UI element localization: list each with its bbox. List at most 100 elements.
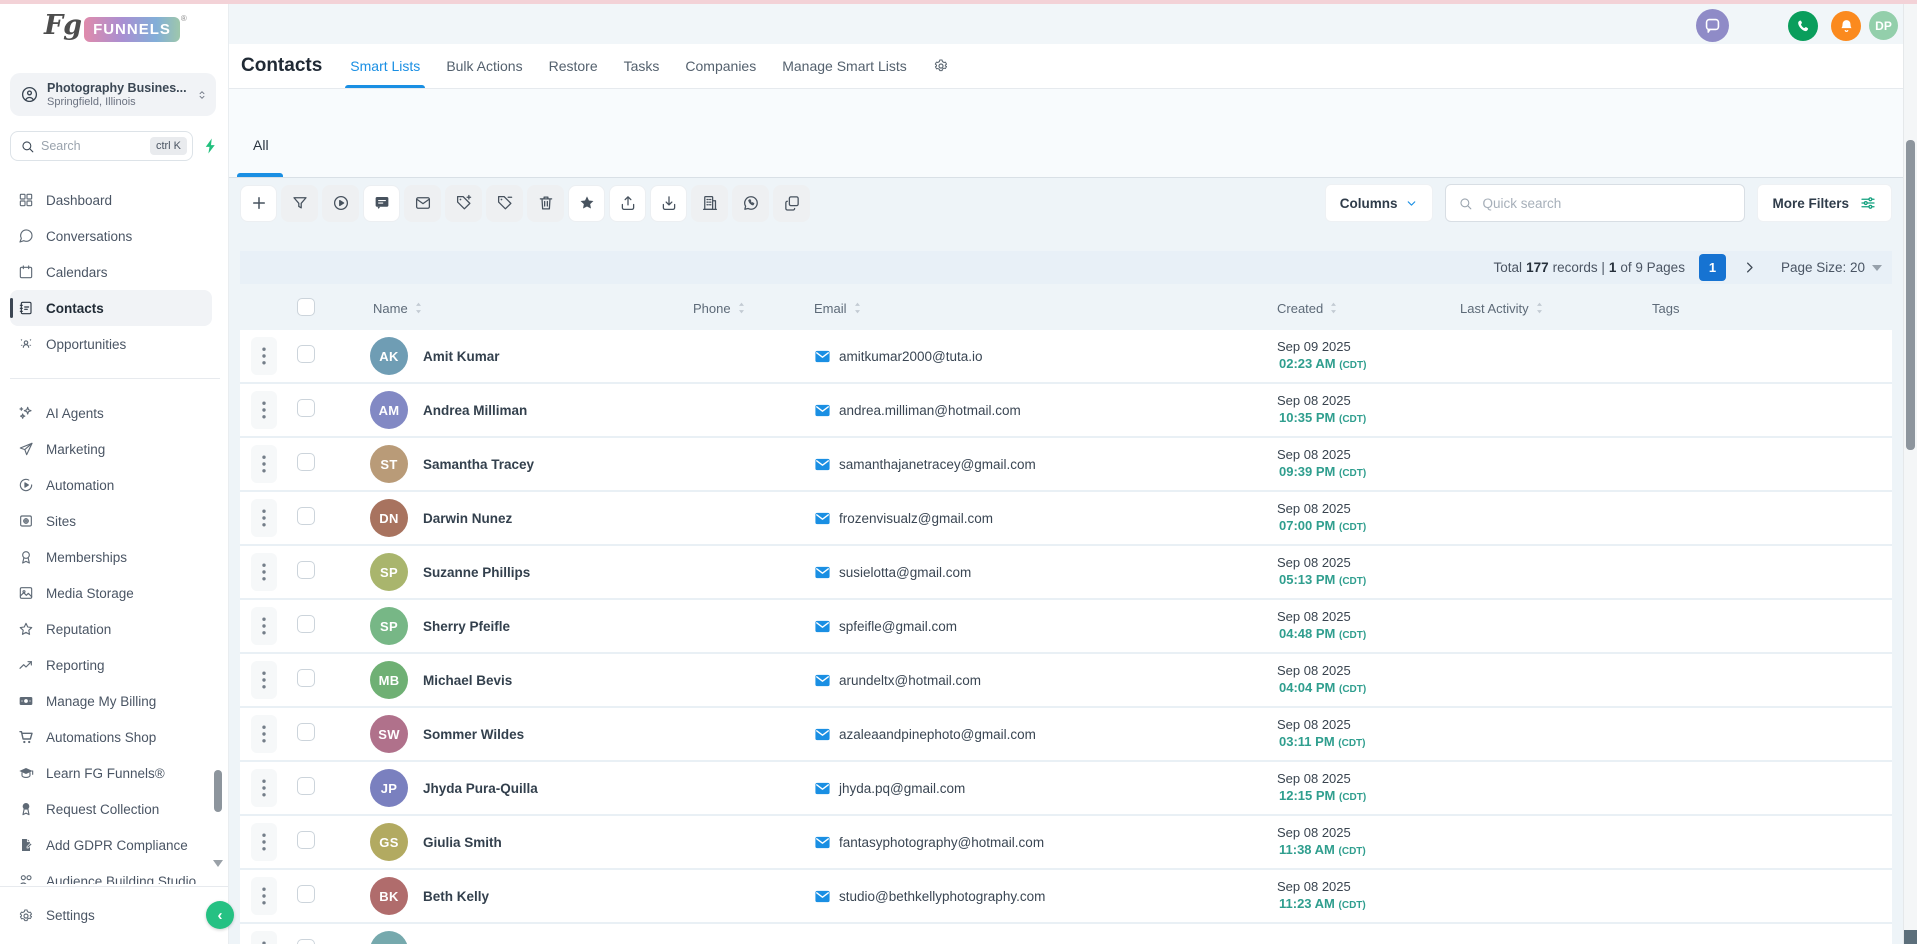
- contact-email[interactable]: amitkumar2000@tuta.io: [839, 349, 983, 364]
- sidebar-item-reporting[interactable]: Reporting: [10, 647, 212, 683]
- contact-email[interactable]: samanthajanetracey@gmail.com: [839, 457, 1036, 472]
- user-avatar[interactable]: DP: [1869, 11, 1898, 40]
- tag-add-button[interactable]: [445, 185, 482, 222]
- column-header-email[interactable]: Email: [805, 301, 1270, 316]
- contact-name[interactable]: Jhyda Pura-Quilla: [423, 781, 538, 796]
- column-header-tags[interactable]: Tags: [1645, 301, 1892, 316]
- contact-email[interactable]: frozenvisualz@gmail.com: [839, 511, 993, 526]
- duplicate-button[interactable]: [773, 185, 810, 222]
- row-menu-button[interactable]: [251, 445, 277, 483]
- sort-icon[interactable]: [851, 301, 864, 315]
- row-menu-button[interactable]: [251, 715, 277, 753]
- contact-name[interactable]: Amit Kumar: [423, 349, 500, 364]
- table-row[interactable]: DNDarwin Nunezfrozenvisualz@gmail.comSep…: [240, 492, 1892, 546]
- company-button[interactable]: [691, 185, 728, 222]
- whatsapp-button[interactable]: [732, 185, 769, 222]
- row-menu-button[interactable]: [251, 337, 277, 375]
- sidebar-item-sites[interactable]: Sites: [10, 503, 212, 539]
- contact-name[interactable]: Andrea Milliman: [423, 403, 527, 418]
- page-1-button[interactable]: 1: [1699, 254, 1726, 281]
- sidebar-item-memberships[interactable]: Memberships: [10, 539, 212, 575]
- table-row[interactable]: JPJhyda Pura-Quillajhyda.pq@gmail.comSep…: [240, 762, 1892, 816]
- row-checkbox[interactable]: [297, 507, 315, 525]
- sidebar-item-settings[interactable]: Settings: [0, 887, 228, 944]
- table-row[interactable]: Sep 08 2025: [240, 924, 1892, 944]
- row-checkbox[interactable]: [297, 345, 315, 363]
- account-switcher[interactable]: Photography Busines... Springfield, Illi…: [10, 73, 216, 116]
- play-circle-button[interactable]: [322, 185, 359, 222]
- table-row[interactable]: AMAndrea Millimanandrea.milliman@hotmail…: [240, 384, 1892, 438]
- contact-name[interactable]: Michael Bevis: [423, 673, 512, 688]
- contact-email[interactable]: jhyda.pq@gmail.com: [839, 781, 965, 796]
- sidebar-scrollbar-thumb[interactable]: [214, 770, 222, 812]
- quick-actions-zap-icon[interactable]: [202, 137, 220, 155]
- row-menu-button[interactable]: [251, 607, 277, 645]
- import-down-button[interactable]: [650, 185, 687, 222]
- star-button[interactable]: [568, 185, 605, 222]
- tab-all[interactable]: All: [253, 137, 269, 153]
- row-checkbox[interactable]: [297, 615, 315, 633]
- sort-icon[interactable]: [735, 301, 748, 315]
- quick-search-input[interactable]: [1482, 196, 1732, 211]
- sidebar-item-request-collection[interactable]: Request Collection: [10, 791, 212, 827]
- sidebar-item-conversations[interactable]: Conversations: [10, 218, 212, 254]
- table-row[interactable]: GSGiulia Smithfantasyphotography@hotmail…: [240, 816, 1892, 870]
- row-checkbox[interactable]: [297, 453, 315, 471]
- table-row[interactable]: SPSherry Pfeiflespfeifle@gmail.comSep 08…: [240, 600, 1892, 654]
- row-menu-button[interactable]: [251, 769, 277, 807]
- main-scrollbar-thumb[interactable]: [1906, 140, 1915, 450]
- contact-name[interactable]: Suzanne Phillips: [423, 565, 530, 580]
- row-menu-button[interactable]: [251, 661, 277, 699]
- sidebar-item-audience-building-studio[interactable]: Audience Building Studio: [10, 863, 212, 884]
- row-checkbox[interactable]: [297, 939, 315, 944]
- contact-name[interactable]: Sherry Pfeifle: [423, 619, 510, 634]
- sidebar-item-automation[interactable]: Automation: [10, 467, 212, 503]
- sidebar-scroll-down-arrow-icon[interactable]: [213, 860, 223, 867]
- sidebar-search-input[interactable]: [41, 139, 144, 153]
- contact-email[interactable]: studio@bethkellyphotography.com: [839, 889, 1045, 904]
- tab-manage-smart-lists[interactable]: Manage Smart Lists: [782, 44, 907, 88]
- sidebar-collapse-button[interactable]: ‹: [206, 901, 234, 929]
- help-chat-button[interactable]: [1696, 9, 1729, 42]
- sidebar-item-calendars[interactable]: Calendars: [10, 254, 212, 290]
- tag-remove-button[interactable]: [486, 185, 523, 222]
- column-header-last-activity[interactable]: Last Activity: [1453, 301, 1645, 316]
- column-header-created[interactable]: Created: [1270, 301, 1453, 316]
- row-menu-button[interactable]: [251, 877, 277, 915]
- sidebar-item-media-storage[interactable]: Media Storage: [10, 575, 212, 611]
- next-page-chevron-icon[interactable]: [1742, 260, 1757, 275]
- sort-icon[interactable]: [1533, 301, 1546, 315]
- sidebar-search[interactable]: ctrl K: [10, 131, 193, 161]
- phone-dialer-button[interactable]: [1788, 11, 1818, 41]
- row-menu-button[interactable]: [251, 553, 277, 591]
- row-menu-button[interactable]: [251, 391, 277, 429]
- row-menu-button[interactable]: [251, 931, 277, 944]
- tab-bulk-actions[interactable]: Bulk Actions: [446, 44, 522, 88]
- table-row[interactable]: SWSommer Wildesazaleaandpinephoto@gmail.…: [240, 708, 1892, 762]
- contacts-settings-gear-icon[interactable]: [933, 58, 949, 74]
- notifications-button[interactable]: [1831, 11, 1861, 41]
- sidebar-scrollbar[interactable]: [214, 182, 222, 882]
- table-row[interactable]: BKBeth Kellystudio@bethkellyphotography.…: [240, 870, 1892, 924]
- table-row[interactable]: STSamantha Traceysamanthajanetracey@gmai…: [240, 438, 1892, 492]
- contact-email[interactable]: arundeltx@hotmail.com: [839, 673, 981, 688]
- columns-dropdown[interactable]: Columns: [1325, 184, 1434, 222]
- contact-name[interactable]: Sommer Wildes: [423, 727, 524, 742]
- row-checkbox[interactable]: [297, 399, 315, 417]
- more-filters-button[interactable]: More Filters: [1757, 184, 1892, 222]
- contact-name[interactable]: Beth Kelly: [423, 889, 489, 904]
- sidebar-item-add-gdpr-compliance[interactable]: Add GDPR Compliance: [10, 827, 212, 863]
- contact-email[interactable]: susielotta@gmail.com: [839, 565, 971, 580]
- page-size-dropdown[interactable]: Page Size: 20: [1781, 260, 1882, 275]
- column-header-phone[interactable]: Phone: [685, 301, 805, 316]
- row-menu-button[interactable]: [251, 499, 277, 537]
- tab-smart-lists[interactable]: Smart Lists: [350, 44, 420, 88]
- row-checkbox[interactable]: [297, 831, 315, 849]
- tab-tasks[interactable]: Tasks: [624, 44, 660, 88]
- sidebar-item-reputation[interactable]: Reputation: [10, 611, 212, 647]
- row-menu-button[interactable]: [251, 823, 277, 861]
- contact-name[interactable]: Giulia Smith: [423, 835, 502, 850]
- contact-name[interactable]: Darwin Nunez: [423, 511, 512, 526]
- sort-icon[interactable]: [412, 301, 425, 315]
- sidebar-item-dashboard[interactable]: Dashboard: [10, 182, 212, 218]
